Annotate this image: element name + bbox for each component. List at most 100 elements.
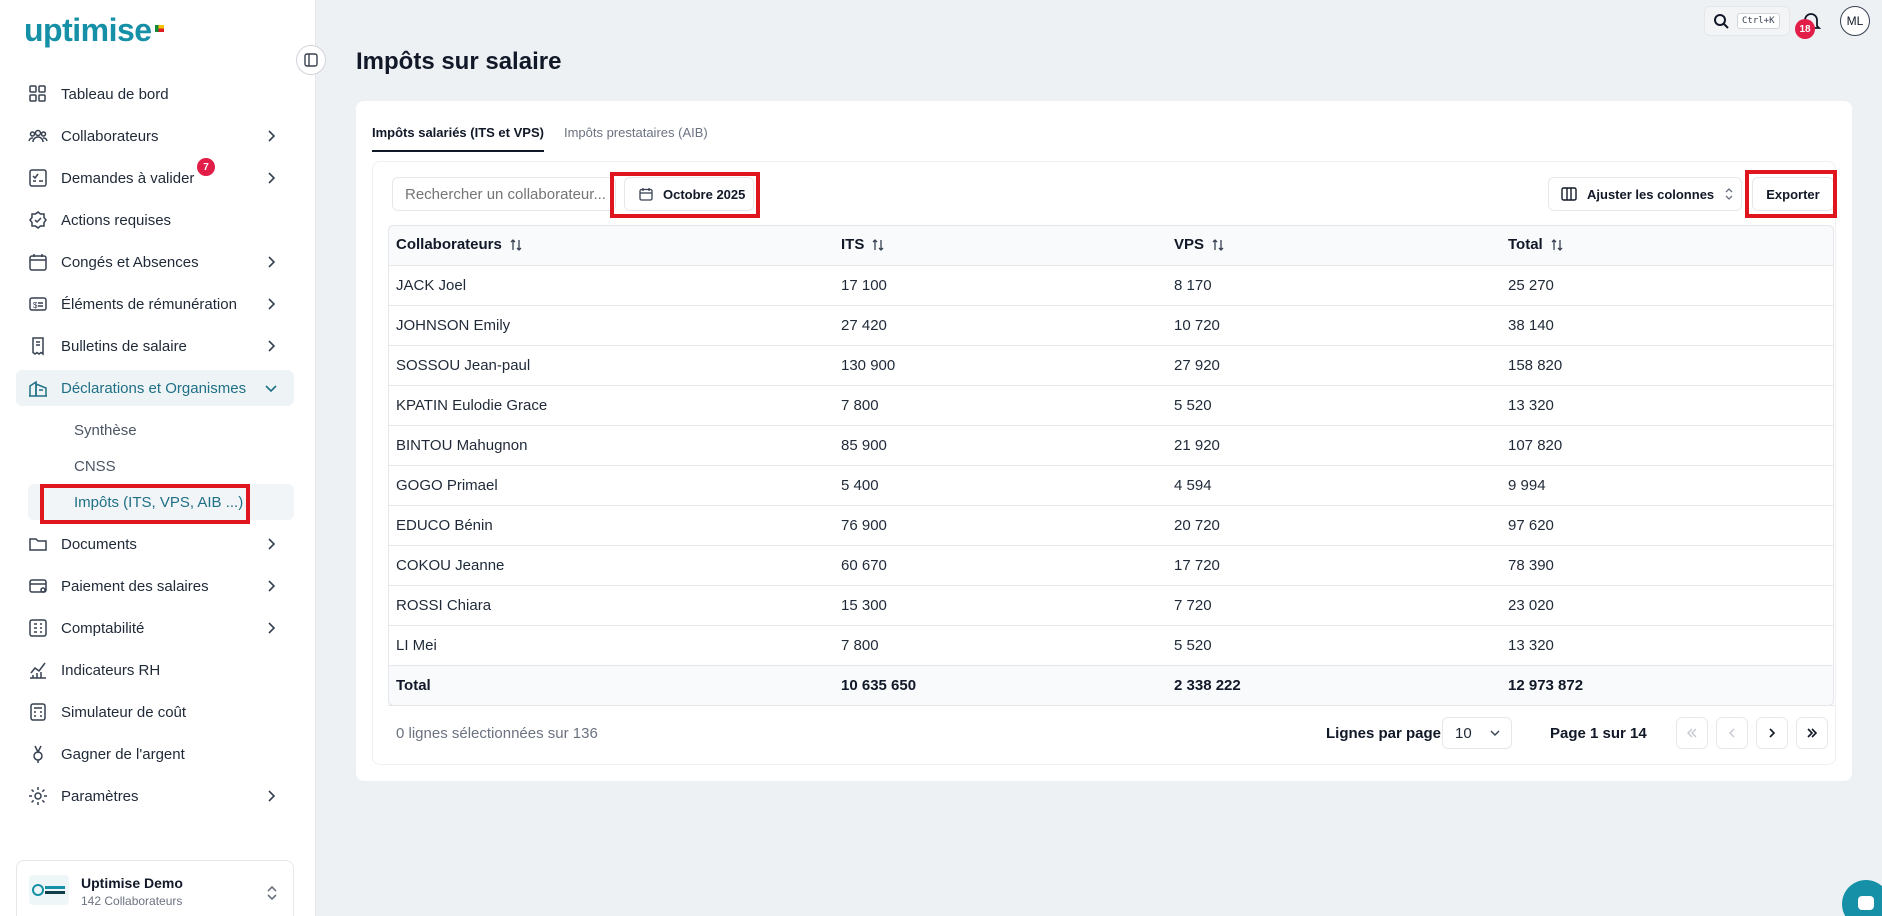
adjust-columns-button[interactable]: Ajuster les colonnes: [1548, 177, 1742, 211]
highlight-taxes-menu-box: [40, 484, 250, 524]
sidebar-item-collaborators[interactable]: Collaborateurs: [16, 118, 294, 154]
sidebar-item-leaves[interactable]: Congés et Absences: [16, 244, 294, 280]
column-header-label: Collaborateurs: [396, 236, 502, 254]
employee-name-cell: GOGO Primael: [388, 465, 833, 506]
sidebar-item-dashboard[interactable]: Tableau de bord: [16, 76, 294, 112]
table-body: JACK Joel 17 100 8 170 25 270 JOHNSON Emily 2…: [388, 265, 1834, 706]
collapse-sidebar-button[interactable]: [296, 45, 326, 75]
last-page-button[interactable]: [1796, 717, 1828, 749]
table-row[interactable]: JOHNSON Emily 27 420 10 720 38 140: [388, 305, 1834, 346]
sidebar-item-cost-simulator[interactable]: Simulateur de coût: [16, 694, 294, 730]
calculator-icon: [30, 703, 46, 721]
amount-cell: 38 140: [1500, 305, 1834, 346]
tab-provider-taxes[interactable]: Impôts prestataires (AIB): [564, 125, 708, 152]
column-header[interactable]: VPS: [1166, 225, 1500, 266]
user-avatar[interactable]: ML: [1840, 6, 1870, 36]
folder-icon: [29, 538, 47, 551]
sidebar-item-pending-requests[interactable]: Demandes à valider 7: [16, 158, 294, 196]
ledger-icon: [29, 619, 47, 637]
amount-cell: 13 320: [1500, 385, 1834, 426]
rows-per-page-value: 10: [1455, 724, 1472, 742]
table-row[interactable]: BINTOU Mahugnon 85 900 21 920 107 820: [388, 425, 1834, 466]
table-row[interactable]: JACK Joel 17 100 8 170 25 270: [388, 265, 1834, 306]
chevron-right-icon: [268, 580, 276, 592]
rows-per-page-select[interactable]: 10: [1442, 717, 1512, 749]
amount-cell: 4 594: [1166, 465, 1500, 506]
sidebar-icon-wrap: [28, 84, 48, 104]
sidebar-item-required-actions[interactable]: Actions requises: [16, 202, 294, 238]
total-amount-cell: 12 973 872: [1500, 665, 1834, 706]
global-search-button[interactable]: Ctrl+K: [1704, 6, 1790, 36]
total-label-cell: Total: [388, 665, 833, 706]
total-amount-cell: 10 635 650: [833, 665, 1166, 706]
previous-page-button[interactable]: [1716, 717, 1748, 749]
brand-logo[interactable]: uptimise: [24, 10, 164, 50]
chevron-right-icon: [268, 340, 276, 352]
sidebar-subitem-summary[interactable]: Synthèse: [28, 412, 294, 448]
column-header-label: VPS: [1174, 236, 1205, 254]
tab-employee-taxes[interactable]: Impôts salariés (ITS et VPS): [372, 125, 544, 152]
sidebar-icon-wrap: [28, 168, 48, 188]
first-page-button[interactable]: [1676, 717, 1708, 749]
table-row[interactable]: LI Mei 7 800 5 520 13 320: [388, 625, 1834, 666]
amount-cell: 23 020: [1500, 585, 1834, 626]
employee-name-cell: LI Mei: [388, 625, 833, 666]
sidebar-item-salary-payment[interactable]: Paiement des salaires: [16, 568, 294, 604]
sidebar-icon-wrap: [28, 786, 48, 806]
sidebar-item-label: Congés et Absences: [61, 253, 199, 271]
chevron-right-icon: [268, 256, 276, 268]
sidebar-item-payslips[interactable]: Bulletins de salaire: [16, 328, 294, 364]
sort-icon: [1551, 239, 1563, 252]
amount-cell: 76 900: [833, 505, 1166, 546]
employee-name-cell: SOSSOU Jean-paul: [388, 345, 833, 386]
amount-cell: 7 800: [833, 625, 1166, 666]
sidebar-toggle-icon: [304, 53, 318, 67]
table-row[interactable]: ROSSI Chiara 15 300 7 720 23 020: [388, 585, 1834, 626]
sidebar-item-accounting[interactable]: Comptabilité: [16, 610, 294, 646]
amount-cell: 85 900: [833, 425, 1166, 466]
next-page-button[interactable]: [1756, 717, 1788, 749]
table-row[interactable]: GOGO Primael 5 400 4 594 9 994: [388, 465, 1834, 506]
column-header[interactable]: Collaborateurs: [388, 225, 833, 266]
payslip-icon: [32, 337, 44, 356]
sidebar-item-declarations[interactable]: Déclarations et Organismes: [16, 370, 294, 406]
sidebar-item-hr-indicators[interactable]: Indicateurs RH: [16, 652, 294, 688]
flag-icon: [154, 24, 164, 32]
employee-search-input[interactable]: [392, 177, 616, 211]
column-header[interactable]: ITS: [833, 225, 1166, 266]
table-total-row: Total 10 635 650 2 338 222 12 973 872: [388, 665, 1834, 706]
sidebar-icon-wrap: [28, 576, 48, 596]
sidebar-icon-wrap: [28, 126, 48, 146]
org-logo-icon: [32, 884, 65, 896]
table-row[interactable]: KPATIN Eulodie Grace 7 800 5 520 13 320: [388, 385, 1834, 426]
sidebar-item-label: Simulateur de coût: [61, 703, 187, 721]
chat-support-button[interactable]: [1842, 880, 1882, 916]
keyboard-shortcut: Ctrl+K: [1737, 13, 1780, 29]
chevron-up-down-icon: [267, 885, 277, 901]
selected-rows-count: 0 lignes sélectionnées sur 136: [396, 725, 598, 742]
sidebar-item-settings[interactable]: Paramètres: [16, 778, 294, 814]
organization-switcher[interactable]: Uptimise Demo 142 Collaborateurs: [16, 860, 294, 916]
sidebar-item-compensation[interactable]: $ Éléments de rémunération: [16, 286, 294, 322]
table-row[interactable]: EDUCO Bénin 76 900 20 720 97 620: [388, 505, 1834, 546]
amount-cell: 107 820: [1500, 425, 1834, 466]
gear-icon: [29, 787, 47, 805]
employee-name-cell: KPATIN Eulodie Grace: [388, 385, 833, 426]
payment-card-icon: [29, 579, 47, 593]
amount-cell: 130 900: [833, 345, 1166, 386]
columns-icon: [1561, 187, 1577, 201]
amount-cell: 27 920: [1166, 345, 1500, 386]
sidebar-item-label: Demandes à valider: [61, 169, 195, 187]
highlight-period-box: [610, 172, 760, 218]
sidebar-item-documents[interactable]: Documents: [16, 526, 294, 562]
employee-name-cell: BINTOU Mahugnon: [388, 425, 833, 466]
column-header[interactable]: Total: [1500, 225, 1834, 266]
table-row[interactable]: COKOU Jeanne 60 670 17 720 78 390: [388, 545, 1834, 586]
sidebar-icon-wrap: $: [28, 294, 48, 314]
sidebar-subitem-cnss[interactable]: CNSS: [28, 448, 294, 484]
sidebar-item-earn-money[interactable]: Gagner de l'argent: [16, 736, 294, 772]
sidebar-icon-wrap: [28, 534, 48, 554]
table-row[interactable]: SOSSOU Jean-paul 130 900 27 920 158 820: [388, 345, 1834, 386]
pending-count-badge: 7: [197, 158, 215, 176]
employee-name-cell: JOHNSON Emily: [388, 305, 833, 346]
